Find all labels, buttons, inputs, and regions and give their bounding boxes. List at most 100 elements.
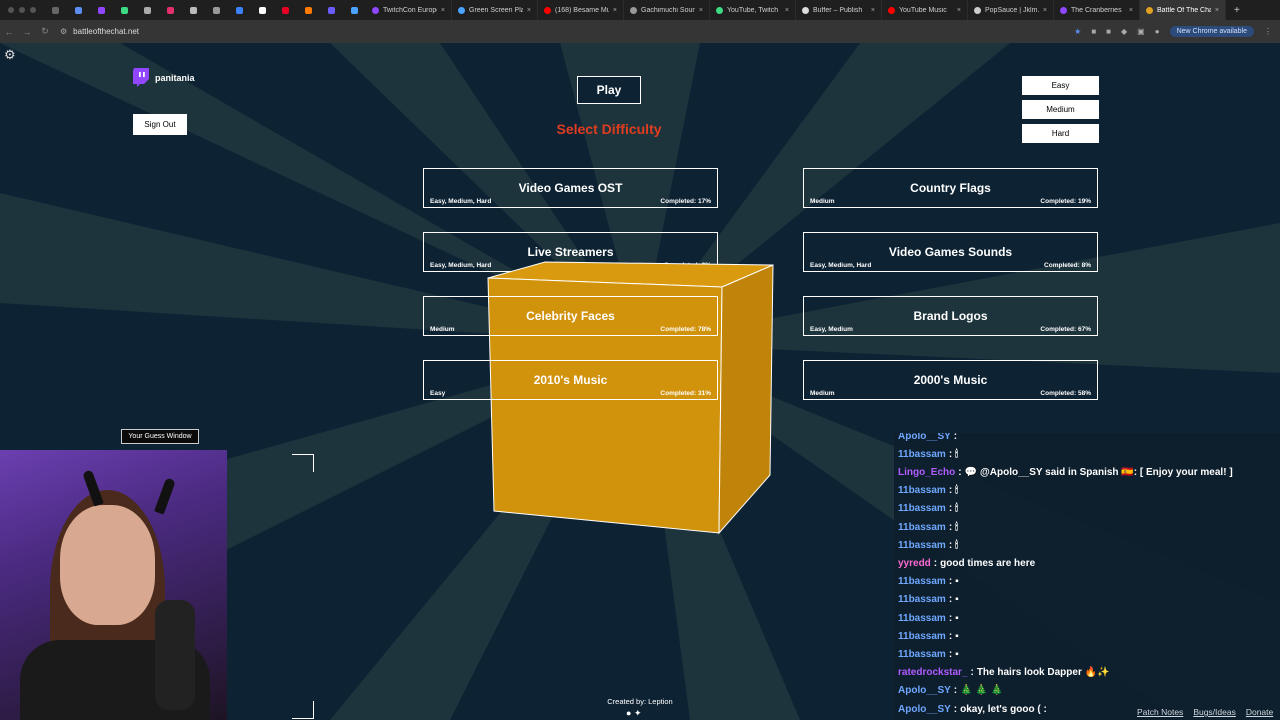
url-text[interactable]: battleofthechat.net bbox=[73, 27, 139, 36]
category-card-2000s-music[interactable]: 2000's Music Medium Completed: 58% bbox=[803, 360, 1098, 400]
chat-username[interactable]: 11bassam bbox=[898, 594, 946, 605]
chat-message-text: okay, let's gooo ( : bbox=[960, 703, 1047, 715]
chat-username[interactable]: ratedrockstar_ bbox=[898, 667, 967, 678]
category-card-celebrity-faces[interactable]: Celebrity Faces Medium Completed: 78% bbox=[423, 296, 718, 336]
url-field[interactable]: ⚙ battleofthechat.net bbox=[60, 27, 1074, 36]
tab-close-icon[interactable]: × bbox=[613, 7, 617, 14]
chat-username[interactable]: Apolo__SY bbox=[898, 704, 951, 715]
category-card-video-games-sounds[interactable]: Video Games Sounds Easy, Medium, Hard Co… bbox=[803, 232, 1098, 272]
difficulty-hard-button[interactable]: Hard bbox=[1022, 124, 1099, 143]
chat-message: 11bassam: ▪ bbox=[898, 591, 959, 609]
pinned-tab[interactable] bbox=[297, 0, 320, 20]
github-icon[interactable]: ● bbox=[626, 708, 631, 718]
category-card-2010s-music[interactable]: 2010's Music Easy Completed: 31% bbox=[423, 360, 718, 400]
pinned-tab[interactable] bbox=[113, 0, 136, 20]
tab-close-icon[interactable]: × bbox=[1043, 7, 1047, 14]
chat-username[interactable]: 11bassam bbox=[898, 449, 946, 460]
back-icon[interactable]: ← bbox=[0, 27, 18, 37]
chat-username[interactable]: 11bassam bbox=[898, 576, 946, 587]
patch-notes-link[interactable]: Patch Notes bbox=[1137, 707, 1183, 717]
category-difficulties: Easy, Medium, Hard bbox=[810, 262, 872, 269]
tab-favicon-icon bbox=[802, 6, 809, 14]
chat-username[interactable]: 11bassam bbox=[898, 631, 946, 642]
category-card-live-streamers[interactable]: Live Streamers Easy, Medium, Hard Comple… bbox=[423, 232, 718, 272]
pinned-tab[interactable] bbox=[320, 0, 343, 20]
play-button[interactable]: Play bbox=[577, 76, 641, 104]
twitter-icon[interactable]: ✦ bbox=[634, 708, 642, 718]
category-completed: Completed: 31% bbox=[660, 390, 711, 397]
bugs-ideas-link[interactable]: Bugs/Ideas bbox=[1193, 707, 1236, 717]
sign-out-button[interactable]: Sign Out bbox=[133, 114, 187, 135]
pinned-tab-favicon-icon bbox=[282, 6, 289, 14]
bookmark-star-icon[interactable]: ★ bbox=[1074, 27, 1081, 36]
tab-close-icon[interactable]: × bbox=[441, 7, 445, 14]
chat-username[interactable]: Lingo_Echo bbox=[898, 467, 955, 478]
difficulty-medium-button[interactable]: Medium bbox=[1022, 100, 1099, 119]
creator-credit: Created by: Leption bbox=[607, 697, 673, 706]
settings-gear-icon[interactable]: ⚙ bbox=[4, 47, 16, 63]
pinned-tab[interactable] bbox=[159, 0, 182, 20]
pinned-tab[interactable] bbox=[67, 0, 90, 20]
extensions-puzzle-icon[interactable]: ▣ bbox=[1137, 27, 1145, 36]
browser-tab[interactable]: Gachimuchi Soun × bbox=[624, 0, 710, 20]
browser-tab[interactable]: YouTube Music × bbox=[882, 0, 968, 20]
pinned-tab[interactable] bbox=[343, 0, 366, 20]
menu-icon[interactable]: ⋮ bbox=[1264, 27, 1272, 36]
category-difficulties: Easy, Medium bbox=[810, 326, 853, 333]
browser-tab[interactable]: Buffer – Publish × bbox=[796, 0, 882, 20]
guess-window-button[interactable]: Your Guess Window bbox=[121, 429, 199, 444]
chat-username[interactable]: Apolo__SY bbox=[898, 685, 951, 696]
pinned-tab[interactable] bbox=[274, 0, 297, 20]
tab-close-icon[interactable]: × bbox=[785, 7, 789, 14]
update-chrome-button[interactable]: New Chrome available bbox=[1169, 26, 1254, 37]
chat-username[interactable]: 11bassam bbox=[898, 613, 946, 624]
chat-username[interactable]: 11bassam bbox=[898, 649, 946, 660]
category-card-country-flags[interactable]: Country Flags Medium Completed: 19% bbox=[803, 168, 1098, 208]
chat-username[interactable]: 11bassam bbox=[898, 485, 946, 496]
browser-tab[interactable]: TwitchCon Europe × bbox=[366, 0, 452, 20]
browser-tab[interactable]: PopSauce | Jklm.f × bbox=[968, 0, 1054, 20]
new-tab-button[interactable]: + bbox=[1226, 5, 1248, 16]
profile-avatar[interactable]: ● bbox=[1155, 27, 1160, 36]
chat-username[interactable]: 11bassam bbox=[898, 503, 946, 514]
chat-username[interactable]: 11bassam bbox=[898, 522, 946, 533]
donate-link[interactable]: Donate bbox=[1246, 707, 1273, 717]
pinned-tab[interactable] bbox=[90, 0, 113, 20]
browser-tab[interactable]: The Cranberries × bbox=[1054, 0, 1140, 20]
tab-close-icon[interactable]: × bbox=[871, 7, 875, 14]
extension-icon[interactable]: ◆ bbox=[1121, 27, 1127, 36]
extension-icon[interactable]: ■ bbox=[1106, 27, 1111, 36]
chat-username[interactable]: yyredd bbox=[898, 558, 931, 569]
chat-username[interactable]: Apolo__SY bbox=[898, 433, 951, 442]
window-controls[interactable] bbox=[0, 7, 44, 13]
chat-message-text: 🕯 bbox=[955, 521, 959, 533]
tab-close-icon[interactable]: × bbox=[699, 7, 703, 14]
extension-icon[interactable]: ■ bbox=[1091, 27, 1096, 36]
forward-icon[interactable]: → bbox=[18, 27, 36, 37]
browser-tab[interactable]: Green Screen Pla × bbox=[452, 0, 538, 20]
pinned-tab[interactable] bbox=[251, 0, 274, 20]
tab-title: The Cranberries bbox=[1071, 6, 1122, 14]
difficulty-easy-button[interactable]: Easy bbox=[1022, 76, 1099, 95]
category-card-brand-logos[interactable]: Brand Logos Easy, Medium Completed: 67% bbox=[803, 296, 1098, 336]
tab-close-icon[interactable]: × bbox=[527, 7, 531, 14]
category-card-video-games-ost[interactable]: Video Games OST Easy, Medium, Hard Compl… bbox=[423, 168, 718, 208]
pinned-tab[interactable] bbox=[136, 0, 159, 20]
tab-close-icon[interactable]: × bbox=[1215, 7, 1219, 14]
tab-close-icon[interactable]: × bbox=[957, 7, 961, 14]
footer-links: Patch Notes Bugs/Ideas Donate bbox=[1137, 707, 1273, 717]
pinned-tab[interactable] bbox=[182, 0, 205, 20]
site-info-icon[interactable]: ⚙ bbox=[60, 27, 67, 36]
chat-message: 11bassam: ▪ bbox=[898, 645, 959, 663]
reload-icon[interactable]: ↻ bbox=[36, 26, 54, 37]
browser-tab[interactable]: Battle Of The Cha × bbox=[1140, 0, 1226, 20]
browser-tab[interactable]: YouTube, Twitch × bbox=[710, 0, 796, 20]
tab-title: Green Screen Pla bbox=[469, 6, 523, 14]
pinned-tab[interactable] bbox=[44, 0, 67, 20]
browser-tab[interactable]: (168) Besame Mu × bbox=[538, 0, 624, 20]
pinned-tab-favicon-icon bbox=[144, 6, 151, 14]
pinned-tab[interactable] bbox=[205, 0, 228, 20]
tab-close-icon[interactable]: × bbox=[1129, 7, 1133, 14]
pinned-tab[interactable] bbox=[228, 0, 251, 20]
chat-username[interactable]: 11bassam bbox=[898, 540, 946, 551]
